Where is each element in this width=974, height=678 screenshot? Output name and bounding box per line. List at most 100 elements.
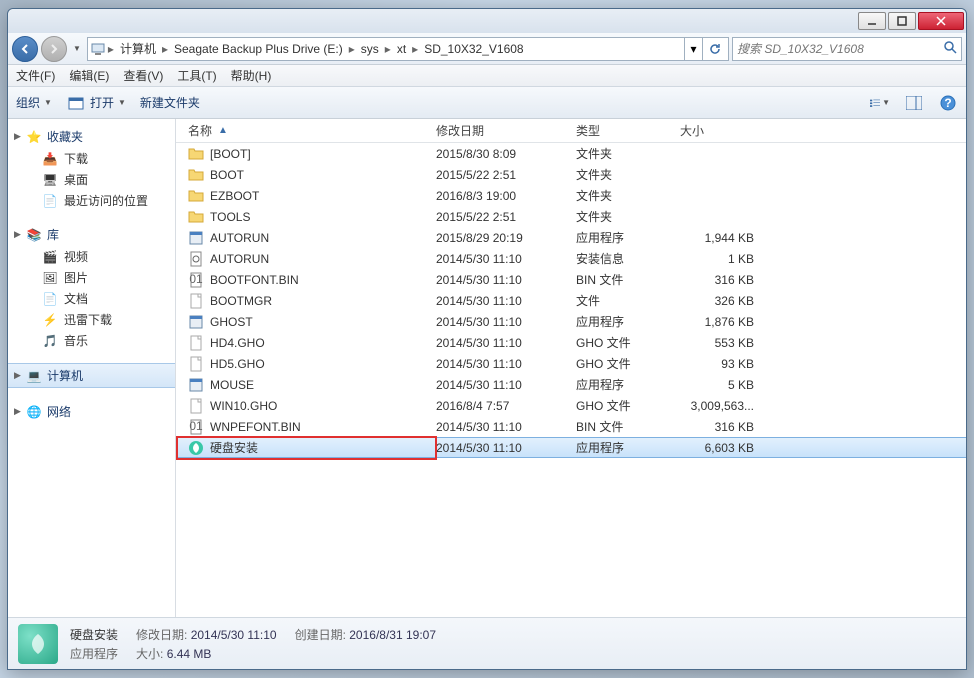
sidebar-item-videos[interactable]: 🎬视频 [8,246,175,267]
menu-tools[interactable]: 工具(T) [177,67,216,84]
file-size: 6,603 KB [680,441,770,455]
menu-view[interactable]: 查看(V) [123,67,163,84]
file-date: 2014/5/30 11:10 [436,294,576,308]
sidebar-item-music[interactable]: 🎵音乐 [8,330,175,351]
help-button[interactable]: ? [938,93,958,113]
file-type: 文件夹 [576,145,680,162]
status-mod-label: 修改日期: [136,628,187,642]
svg-text:01: 01 [189,419,203,433]
file-date: 2014/5/30 11:10 [436,252,576,266]
sidebar-libraries[interactable]: ▶📚库 [8,223,175,246]
chevron-right-icon[interactable]: ▸ [106,42,116,56]
open-button[interactable]: 打开▼ [66,93,126,113]
file-type: 应用程序 [576,229,680,246]
file-name: BOOTFONT.BIN [210,273,299,287]
file-row[interactable]: GHOST2014/5/30 11:10应用程序1,876 KB [176,311,966,332]
breadcrumb-segment[interactable]: sys [357,38,383,60]
breadcrumb[interactable]: ▸ 计算机 ▸ Seagate Backup Plus Drive (E:) ▸… [87,37,729,61]
breadcrumb-segment[interactable]: SD_10X32_V1608 [420,38,527,60]
file-size: 316 KB [680,420,770,434]
file-date: 2014/5/30 11:10 [436,357,576,371]
file-row[interactable]: [BOOT]2015/8/30 8:09文件夹 [176,143,966,164]
chevron-right-icon[interactable]: ▸ [160,42,170,56]
organize-button[interactable]: 组织▼ [16,94,52,111]
menu-edit[interactable]: 编辑(E) [69,67,109,84]
search-box[interactable] [732,37,962,61]
file-date: 2014/5/30 11:10 [436,273,576,287]
sidebar-item-documents[interactable]: 📄文档 [8,288,175,309]
file-row[interactable]: 硬盘安装2014/5/30 11:10应用程序6,603 KB [176,437,966,458]
sidebar-item-recent[interactable]: 📄最近访问的位置 [8,190,175,211]
menu-file[interactable]: 文件(F) [16,67,55,84]
file-row[interactable]: WIN10.GHO2016/8/4 7:57GHO 文件3,009,563... [176,395,966,416]
sidebar-item-desktop[interactable]: 🖥桌面 [8,169,175,190]
sidebar-computer[interactable]: ▶💻计算机 [8,363,175,388]
titlebar[interactable] [8,9,966,33]
column-headers[interactable]: 名称 ▲ 修改日期 类型 大小 [176,119,966,143]
file-name: 硬盘安装 [210,439,258,456]
file-row[interactable]: 01BOOTFONT.BIN2014/5/30 11:10BIN 文件316 K… [176,269,966,290]
close-button[interactable] [918,12,964,30]
sidebar-item-thunder[interactable]: ⚡迅雷下载 [8,309,175,330]
file-row[interactable]: MOUSE2014/5/30 11:10应用程序5 KB [176,374,966,395]
install-icon [188,440,204,456]
app-icon [188,314,204,330]
preview-pane-button[interactable] [904,93,924,113]
breadcrumb-segment[interactable]: Seagate Backup Plus Drive (E:) [170,38,347,60]
sidebar-favorites[interactable]: ▶⭐收藏夹 [8,125,175,148]
file-size: 1,876 KB [680,315,770,329]
minimize-button[interactable] [858,12,886,30]
chevron-right-icon[interactable]: ▸ [347,42,357,56]
file-size: 326 KB [680,294,770,308]
col-size-header[interactable]: 大小 [680,122,770,139]
folder-icon [188,188,204,204]
menu-help[interactable]: 帮助(H) [231,67,272,84]
forward-button[interactable] [41,36,67,62]
new-folder-button[interactable]: 新建文件夹 [140,94,200,111]
svg-text:?: ? [944,96,951,110]
sidebar-item-downloads[interactable]: 📥下载 [8,148,175,169]
maximize-button[interactable] [888,12,916,30]
sidebar-item-pictures[interactable]: 🖼图片 [8,267,175,288]
folder-icon [188,146,204,162]
col-name-header[interactable]: 名称 [188,122,212,139]
refresh-button[interactable] [702,38,726,60]
file-size: 5 KB [680,378,770,392]
file-row[interactable]: EZBOOT2016/8/3 19:00文件夹 [176,185,966,206]
breadcrumb-segment[interactable]: 计算机 [116,38,160,60]
file-size: 316 KB [680,273,770,287]
back-button[interactable] [12,36,38,62]
file-row[interactable]: BOOTMGR2014/5/30 11:10文件326 KB [176,290,966,311]
file-row[interactable]: AUTORUN2014/5/30 11:10安装信息1 KB [176,248,966,269]
col-type-header[interactable]: 类型 [576,122,680,139]
chevron-right-icon[interactable]: ▸ [410,42,420,56]
file-row[interactable]: HD4.GHO2014/5/30 11:10GHO 文件553 KB [176,332,966,353]
file-date: 2015/5/22 2:51 [436,168,576,182]
chevron-right-icon[interactable]: ▸ [383,42,393,56]
file-row[interactable]: 01WNPEFONT.BIN2014/5/30 11:10BIN 文件316 K… [176,416,966,437]
file-type: 文件夹 [576,208,680,225]
col-date-header[interactable]: 修改日期 [436,122,576,139]
breadcrumb-segment[interactable]: xt [393,38,410,60]
file-row[interactable]: HD5.GHO2014/5/30 11:10GHO 文件93 KB [176,353,966,374]
file-name: HD5.GHO [210,357,265,371]
file-row[interactable]: AUTORUN2015/8/29 20:19应用程序1,944 KB [176,227,966,248]
file-name: EZBOOT [210,189,259,203]
file-type-icon [18,624,58,664]
file-name: AUTORUN [210,231,269,245]
file-row[interactable]: TOOLS2015/5/22 2:51文件夹 [176,206,966,227]
sort-asc-icon: ▲ [218,125,228,136]
file-row[interactable]: BOOT2015/5/22 2:51文件夹 [176,164,966,185]
file-date: 2015/5/22 2:51 [436,210,576,224]
breadcrumb-dropdown[interactable]: ▾ [684,38,702,60]
view-options-button[interactable]: ▼ [870,93,890,113]
file-type: 应用程序 [576,313,680,330]
bin-icon: 01 [188,419,204,435]
search-input[interactable] [737,42,943,56]
file-type: 应用程序 [576,376,680,393]
sidebar-network[interactable]: ▶🌐网络 [8,400,175,423]
computer-icon: 💻 [26,368,42,384]
history-dropdown-icon[interactable]: ▼ [70,44,84,53]
file-date: 2014/5/30 11:10 [436,441,576,455]
search-icon[interactable] [943,40,957,57]
